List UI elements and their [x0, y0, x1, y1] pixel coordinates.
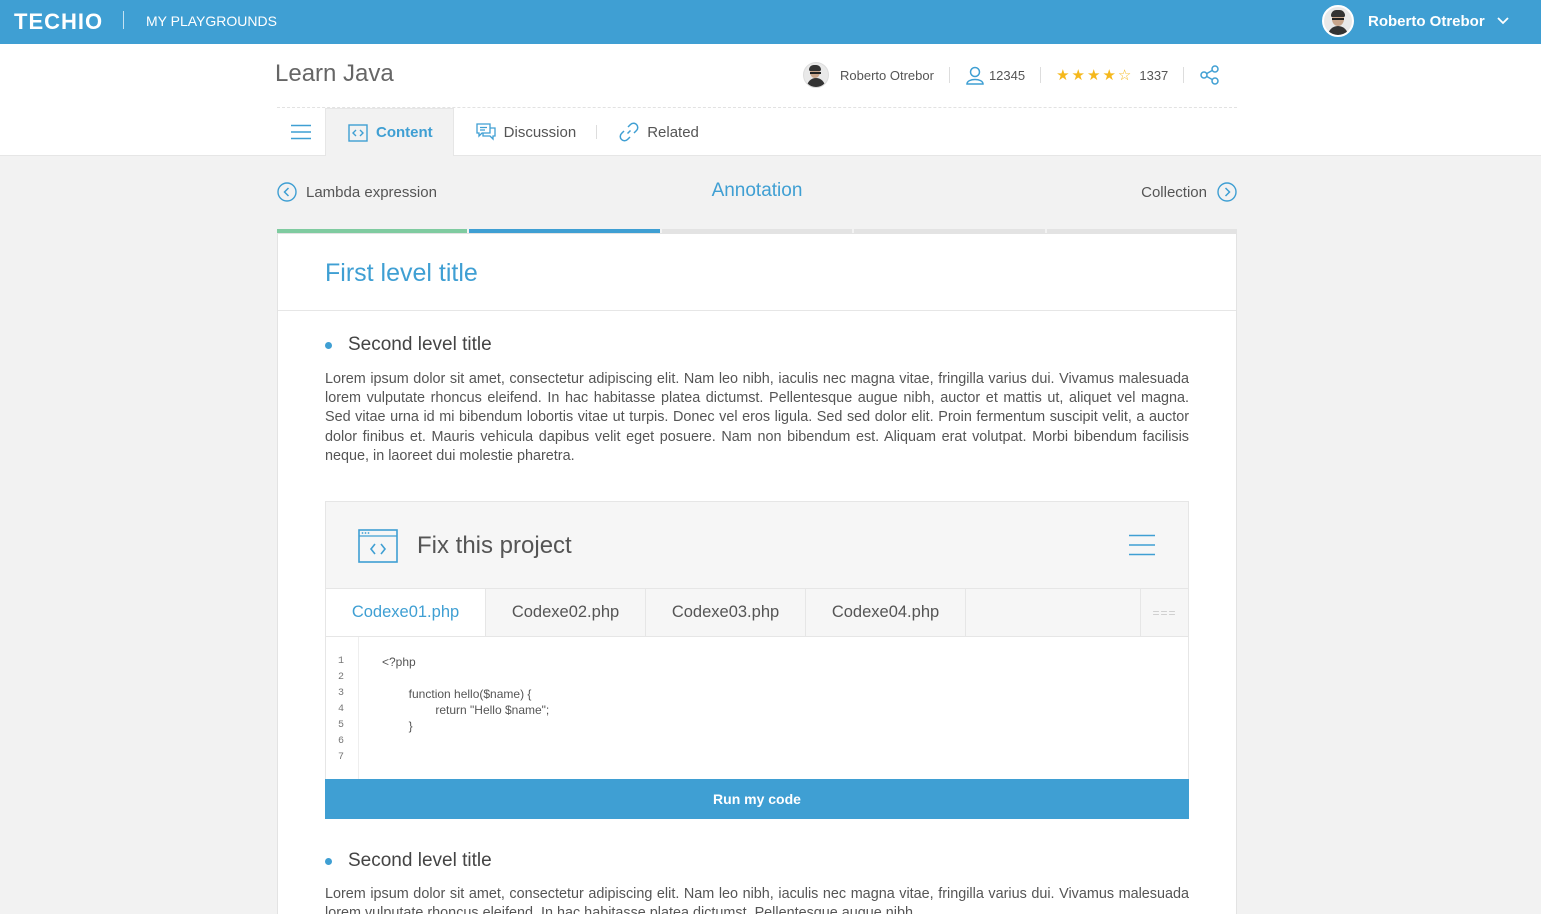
- avatar: [1322, 5, 1354, 37]
- chevron-left-circle-icon: [277, 182, 297, 202]
- widget-header: Fix this project: [326, 502, 1188, 588]
- divider: [123, 11, 124, 29]
- hamburger-menu-icon[interactable]: [277, 108, 325, 156]
- bullet-dot: [325, 341, 332, 349]
- course-title: Learn Java: [275, 60, 394, 87]
- top-bar: TECHIO MY PLAYGROUNDS Roberto Otrebor: [0, 0, 1541, 44]
- chevron-down-icon[interactable]: [1497, 12, 1509, 30]
- next-lesson-link[interactable]: Collection: [1141, 182, 1237, 202]
- tab-label: Content: [376, 124, 433, 141]
- share-icon[interactable]: [1199, 64, 1221, 86]
- code-line: function hello($name) {: [382, 687, 532, 701]
- line-number-gutter: 1 2 3 4 5 6 7: [326, 637, 359, 779]
- course-tabs: Content Discussion Related: [277, 108, 719, 156]
- divider: [278, 310, 1236, 311]
- run-code-button[interactable]: Run my code: [325, 779, 1189, 819]
- previous-lesson-link[interactable]: Lambda expression: [277, 182, 437, 202]
- tab-label: Discussion: [503, 123, 577, 141]
- course-meta: Roberto Otrebor 12345 ★ ★ ★ ★ ☆ 1337: [803, 62, 1221, 88]
- line-number: 7: [338, 752, 345, 763]
- link-icon: [619, 122, 639, 142]
- line-number: 4: [338, 704, 345, 715]
- author-name[interactable]: Roberto Otrebor: [840, 68, 934, 83]
- section-paragraph: Lorem ipsum dolor sit amet, consectetur …: [325, 886, 1189, 914]
- star-filled-icon: ★: [1102, 67, 1116, 84]
- code-line: <?php: [382, 655, 416, 669]
- user-name: Roberto Otrebor: [1368, 12, 1485, 30]
- section-title: Second level title: [348, 334, 492, 355]
- line-number: 5: [338, 720, 345, 731]
- star-filled-icon: ★: [1056, 67, 1070, 84]
- section-paragraph: Lorem ipsum dolor sit amet, consectetur …: [325, 371, 1189, 464]
- section-title: Second level title: [348, 850, 492, 871]
- hamburger-menu-icon[interactable]: [1129, 534, 1155, 561]
- line-number: 3: [338, 688, 345, 699]
- file-tabs: Codexe01.php Codexe02.php Codexe03.php C…: [326, 588, 1188, 637]
- file-tab[interactable]: Codexe03.php: [646, 589, 806, 636]
- author-avatar[interactable]: [803, 62, 829, 88]
- star-empty-icon: ☆: [1117, 67, 1132, 84]
- file-tab[interactable]: Codexe02.php: [486, 589, 646, 636]
- second-level-title: Second level title: [325, 850, 492, 872]
- code-widget: Fix this project Codexe01.php Codexe02.p…: [325, 501, 1189, 819]
- divider: [1040, 67, 1042, 83]
- chevron-right-circle-icon: [1217, 182, 1237, 202]
- lesson-content-card: First level title Second level title Lor…: [277, 233, 1237, 914]
- followers-count: 12345: [988, 67, 1026, 83]
- chat-bubbles-icon: [476, 123, 496, 141]
- bullet-dot: [325, 857, 332, 865]
- more-files-button[interactable]: ===: [1140, 589, 1188, 636]
- rating-count: 1337: [1139, 67, 1169, 83]
- user-icon: [965, 65, 985, 85]
- code-editor[interactable]: 1 2 3 4 5 6 7 <?php function hello($name…: [326, 637, 1188, 779]
- line-number: 1: [338, 656, 345, 667]
- star-filled-icon: ★: [1071, 67, 1085, 84]
- tab-related[interactable]: Related: [597, 108, 719, 156]
- lesson-navigation: Annotation Lambda expression Collection: [277, 178, 1237, 208]
- line-number: 2: [338, 672, 345, 683]
- rating-stars: ★ ★ ★ ★ ☆: [1056, 66, 1131, 84]
- second-level-title: Second level title: [325, 334, 492, 356]
- techio-logo[interactable]: TECHIO: [14, 9, 103, 35]
- my-playgrounds-link[interactable]: MY PLAYGROUNDS: [146, 13, 277, 29]
- file-tab[interactable]: Codexe01.php: [326, 589, 486, 636]
- line-number: 6: [338, 736, 345, 747]
- code-line: }: [382, 719, 413, 733]
- code-line: return "Hello $name";: [382, 703, 550, 717]
- widget-title: Fix this project: [417, 532, 572, 559]
- code-window-icon: [348, 123, 368, 142]
- next-lesson-label: Collection: [1141, 183, 1207, 201]
- first-level-title: First level title: [325, 259, 478, 287]
- course-header: Learn Java Roberto Otrebor 12345 ★ ★ ★ ★…: [0, 44, 1541, 156]
- tab-discussion[interactable]: Discussion: [454, 108, 597, 156]
- file-tab[interactable]: Codexe04.php: [806, 589, 966, 636]
- code-content[interactable]: <?php function hello($name) { return "He…: [382, 654, 549, 766]
- tab-content[interactable]: Content: [325, 108, 454, 156]
- divider: [948, 67, 950, 83]
- tab-label: Related: [647, 123, 699, 141]
- star-filled-icon: ★: [1087, 67, 1101, 84]
- user-menu[interactable]: Roberto Otrebor: [1322, 5, 1509, 37]
- previous-lesson-label: Lambda expression: [306, 183, 437, 201]
- divider: [1183, 67, 1185, 83]
- code-window-icon: [358, 529, 398, 568]
